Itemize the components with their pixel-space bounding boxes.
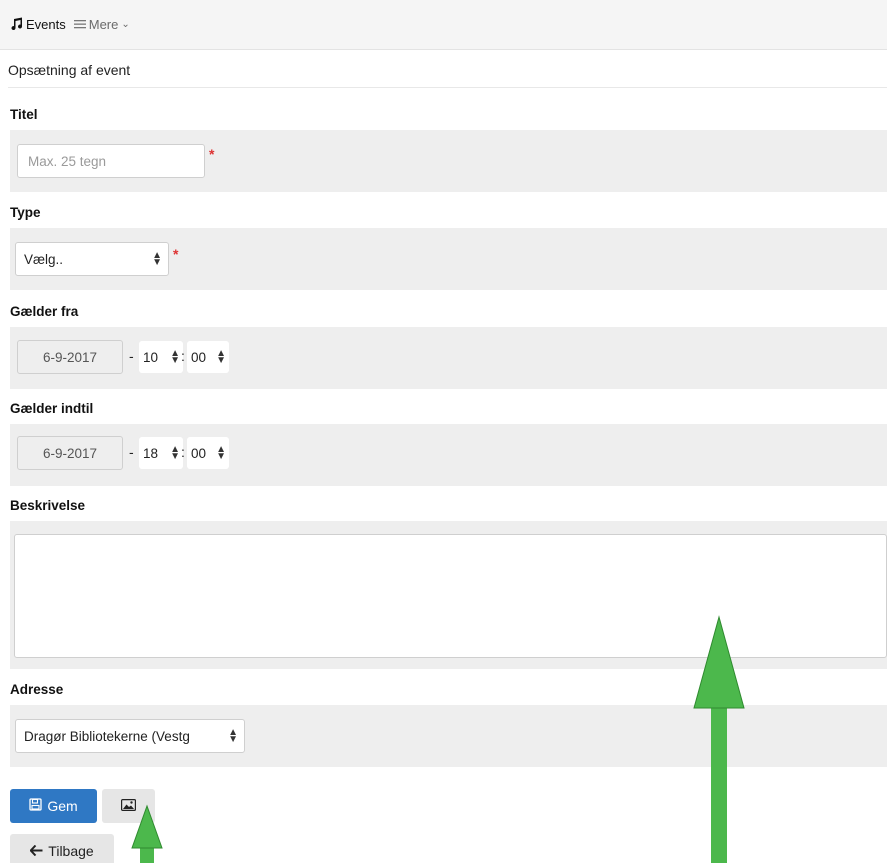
chevron-down-icon: ⌄ [121, 19, 130, 30]
valid-until-minute-select[interactable]: 00 ▲ ▼ [187, 437, 229, 469]
page-title: Opsætning af event [8, 62, 131, 78]
type-label: Type [10, 205, 41, 220]
valid-from-minute-value: 00 [191, 349, 207, 365]
nav-events[interactable]: Events [10, 17, 66, 33]
nav-events-label: Events [26, 17, 66, 32]
arrow-left-icon [29, 843, 43, 859]
type-required-mark: * [173, 246, 179, 262]
image-upload-button[interactable] [102, 789, 155, 823]
valid-from-hour-select[interactable]: 10 ▲ ▼ [139, 341, 183, 373]
description-label: Beskrivelse [10, 498, 86, 513]
select-arrows-icon: ▲ ▼ [170, 348, 180, 366]
title-label: Titel [10, 107, 38, 122]
divider [8, 87, 887, 88]
back-button[interactable]: Tilbage [10, 834, 114, 863]
type-select[interactable]: Vælg.. ▲ ▼ [15, 242, 169, 276]
address-label: Adresse [10, 682, 64, 697]
music-note-icon [10, 17, 23, 33]
select-arrows-icon: ▲ ▼ [170, 444, 180, 462]
select-arrows-icon: ▲ ▼ [216, 444, 226, 462]
valid-until-date-input[interactable]: 6-9-2017 [17, 436, 123, 470]
select-arrows-icon: ▲ ▼ [216, 348, 226, 366]
valid-until-label: Gælder indtil [10, 401, 94, 416]
image-icon [121, 798, 137, 814]
valid-until-hour-value: 18 [143, 445, 159, 461]
back-button-label: Tilbage [48, 843, 94, 859]
select-arrows-icon: ▲ ▼ [228, 727, 238, 745]
address-select-value: Dragør Bibliotekerne (Vestg [24, 728, 190, 744]
date-time-separator: - [129, 444, 134, 460]
save-button-label: Gem [47, 798, 78, 814]
address-select[interactable]: Dragør Bibliotekerne (Vestg ▲ ▼ [15, 719, 245, 753]
save-button[interactable]: Gem [10, 789, 97, 823]
date-time-separator: - [129, 348, 134, 364]
type-select-value: Vælg.. [24, 251, 64, 267]
nav-more-label: Mere [88, 17, 119, 32]
hamburger-menu-icon [73, 17, 86, 32]
title-input[interactable]: Max. 25 tegn [17, 144, 205, 178]
description-textarea[interactable] [14, 534, 887, 658]
valid-from-date-input[interactable]: 6-9-2017 [17, 340, 123, 374]
valid-from-minute-select[interactable]: 00 ▲ ▼ [187, 341, 229, 373]
valid-from-label: Gælder fra [10, 304, 79, 319]
top-navbar: Events Mere ⌄ [0, 0, 887, 50]
valid-from-hour-value: 10 [143, 349, 159, 365]
time-separator: : [181, 348, 185, 364]
floppy-disk-icon [29, 798, 42, 814]
nav-more-dropdown[interactable]: Mere ⌄ [73, 17, 130, 32]
valid-until-hour-select[interactable]: 18 ▲ ▼ [139, 437, 183, 469]
time-separator: : [181, 444, 185, 460]
valid-until-minute-value: 00 [191, 445, 207, 461]
select-arrows-icon: ▲ ▼ [152, 250, 162, 268]
title-required-mark: * [209, 146, 215, 162]
